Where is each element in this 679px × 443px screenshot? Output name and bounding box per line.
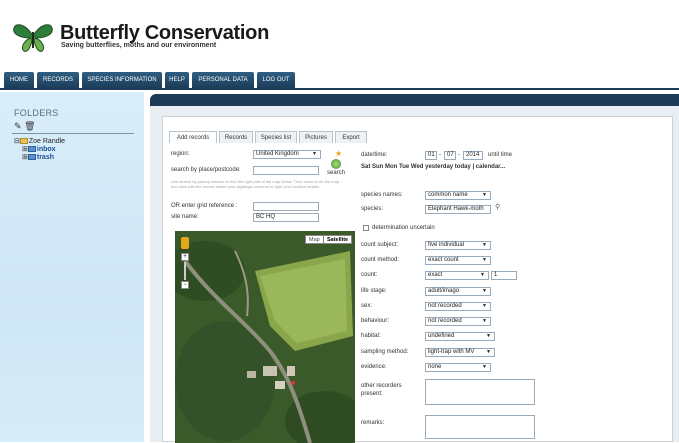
nav-help[interactable]: HELP [165,72,189,89]
species-search-icon[interactable]: ⚲ [495,203,500,211]
folder-trash-label: trash [36,154,54,161]
sampling-method-select[interactable]: light-trap with MV [425,348,495,357]
search-place-input[interactable] [253,166,319,175]
zoom-control[interactable]: + − [181,237,191,289]
butterfly-logo[interactable] [12,20,54,54]
habitat-select[interactable]: undefined [425,332,495,341]
until-time-link[interactable]: until time [488,152,512,158]
count-subject-label: count subject: [361,242,399,248]
tab-records[interactable]: Records [219,131,253,143]
search-button[interactable]: search [327,170,345,176]
zoom-in-button[interactable]: + [181,253,189,261]
search-label: search by place/postcode: [171,167,241,173]
tab-pictures[interactable]: Pictures [299,131,333,143]
folder-tools: ✎ 🗑 [14,121,36,132]
star-icon[interactable]: ★ [335,149,342,158]
pencil-icon[interactable]: ✎ [14,121,22,131]
nav-records[interactable]: RECORDS [37,72,79,89]
species-names-select[interactable]: common name [425,191,491,200]
date-month-input[interactable]: 07 [444,151,456,160]
map-imagery [175,231,355,443]
site-header: Butterfly Conservation Saving butterflie… [0,0,679,68]
grid-ref-input[interactable] [253,202,319,211]
satellite-map[interactable]: + − Map Satellite [175,231,355,443]
folder-trash[interactable]: ⊞ trash [14,154,65,162]
site-name-label: site name: [171,214,199,220]
pegman-icon[interactable] [181,237,189,249]
life-stage-select[interactable]: adult/imago [425,287,491,296]
region-label: region: [171,151,190,157]
panel-body: Add records Records Species list Picture… [150,106,679,443]
determination-label: determination uncertain [372,225,435,231]
map-hint: Use search by place/postcode to find the… [171,179,340,189]
folder-inbox[interactable]: ⊞ inbox [14,146,65,154]
main-panel: Add records Records Species list Picture… [144,92,679,443]
folder-inbox-label: inbox [36,146,56,153]
trash-icon[interactable]: 🗑 [24,121,35,131]
folders-title: FOLDERS [14,108,59,118]
other-recorders-textarea[interactable] [425,379,535,405]
count-label: count: [361,272,378,278]
date-label: date/time: [361,152,388,158]
count-method-select[interactable]: exact count [425,256,491,265]
date-separator: - [458,152,460,158]
sex-label: sex: [361,303,373,309]
date-day-input[interactable]: 01 [425,151,437,160]
sex-select[interactable]: not recorded [425,302,491,311]
folder-icon [27,154,36,161]
site-tagline: Saving butterflies, moths and our enviro… [61,42,217,49]
region-select[interactable]: United Kingdom [253,150,321,159]
divider [12,133,134,134]
folder-root[interactable]: ⊟ Zoe Randle [14,138,65,146]
count-subject-select[interactable]: five individual [425,241,491,250]
date-year-input[interactable]: 2014 [463,151,483,160]
nav-home[interactable]: HOME [4,72,34,89]
species-input[interactable]: Elephant Hawk-moth [425,205,491,214]
species-names-label: species names: [361,192,403,198]
count-number-input[interactable]: 1 [491,271,517,280]
tab-species-list[interactable]: Species list [255,131,297,143]
folder-root-label: Zoe Randle [28,138,66,145]
other-recorders-label: other recorders present: [361,383,402,397]
date-separator: - [439,152,441,158]
determination-checkbox[interactable] [363,225,369,231]
folder-icon [19,138,28,145]
nav-log-out[interactable]: LOG OUT [257,72,295,89]
main-nav: HOME RECORDS SPECIES INFORMATION HELP PE… [0,68,679,90]
remarks-textarea[interactable] [425,415,535,439]
behaviour-label: behaviour: [361,318,390,324]
nav-personal-data[interactable]: PERSONAL DATA [192,72,254,89]
nav-species-information[interactable]: SPECIES INFORMATION [82,72,162,89]
evidence-select[interactable]: none [425,363,491,372]
habitat-label: habitat: [361,333,381,339]
folder-icon [27,146,36,153]
zoom-out-button[interactable]: − [181,281,189,289]
count-type-select[interactable]: exact [425,271,489,280]
evidence-label: evidence: [361,364,387,370]
map-type-map-button[interactable]: Map [305,235,324,244]
species-label: species: [361,206,384,212]
tab-add-records[interactable]: Add records [169,131,217,143]
behaviour-select[interactable]: not recorded [425,317,491,326]
map-type-satellite-button[interactable]: Satellite [323,235,353,244]
site-name-input[interactable]: BC HQ [253,213,319,222]
folders-sidebar: FOLDERS ✎ 🗑 ⊟ Zoe Randle ⊞ inbox ⊞ trash [0,92,144,442]
tab-export[interactable]: Export [335,131,367,143]
date-shortcuts[interactable]: Sat Sun Mon Tue Wed yesterday today | ca… [361,164,505,170]
sampling-method-label: sampling method: [361,349,409,355]
zoom-slider[interactable] [184,262,186,280]
life-stage-label: life stage: [361,288,387,294]
record-form: Add records Records Species list Picture… [162,116,673,443]
folder-tree: ⊟ Zoe Randle ⊞ inbox ⊞ trash [14,138,65,162]
remarks-label: remarks: [361,420,385,426]
grid-ref-label: OR enter grid reference : [171,203,238,209]
count-method-label: count method: [361,257,400,263]
